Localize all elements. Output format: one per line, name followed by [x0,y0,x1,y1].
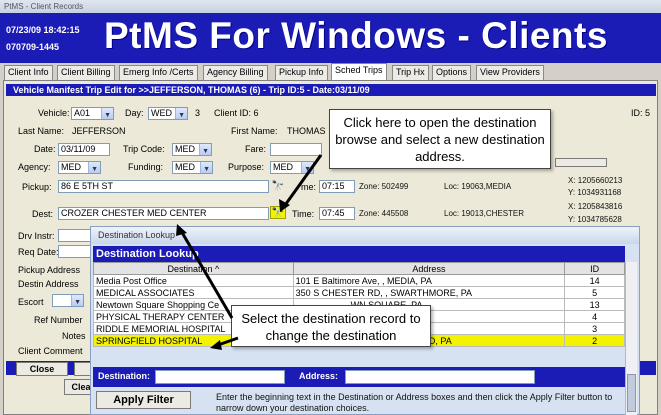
filter-address-input[interactable] [345,370,535,384]
scrollbar-thumb[interactable] [627,374,636,412]
filter-hint: Enter the beginning text in the Destinat… [216,392,613,413]
cell-destination: MEDICAL ASSOCIATES [93,286,294,299]
cell-address: 101 E Baltimore Ave, , MEDIA, PA [292,274,566,287]
cell-id: 2 [564,334,625,347]
callout-bottom: Select the destination record to change … [231,305,431,347]
col-destination[interactable]: Destination ^ [93,262,294,275]
cell-id: 3 [564,322,625,335]
chevron-down-icon: ▼ [203,166,210,173]
chevron-down-icon: ▼ [202,148,209,155]
cell-id: 4 [564,310,625,323]
chevron-down-icon: ▼ [104,112,111,119]
cell-destination: Media Post Office [93,274,294,287]
chevron-down-icon: ▼ [74,299,81,306]
col-id[interactable]: ID [564,262,625,275]
lookup-header: Destination Lookup [93,246,625,262]
filter-address-label: Address: [299,371,339,381]
table-row[interactable]: Media Post Office 101 E Baltimore Ave, ,… [93,274,625,287]
filter-destination-input[interactable] [155,370,285,384]
cell-address: 350 S CHESTER RD, , SWARTHMORE, PA [292,286,566,299]
filter-destination-label: Destination: [98,371,151,381]
col-address[interactable]: Address [292,262,566,275]
apply-filter-button[interactable]: Apply Filter [96,391,191,409]
lookup-window-title: Destination Lookup [91,227,639,244]
cell-id: 5 [564,286,625,299]
arrow-to-binoculars [281,154,323,209]
lookup-scrollbar[interactable] [625,262,637,415]
cell-id: 14 [564,274,625,287]
chevron-down-icon: ▼ [178,112,185,119]
chevron-down-icon: ▼ [91,166,98,173]
table-row[interactable]: MEDICAL ASSOCIATES 350 S CHESTER RD, , S… [93,286,625,299]
cell-id: 13 [564,298,625,311]
chevron-down-icon: ▼ [304,166,311,173]
filter-bar: Destination: Address: [93,367,625,387]
